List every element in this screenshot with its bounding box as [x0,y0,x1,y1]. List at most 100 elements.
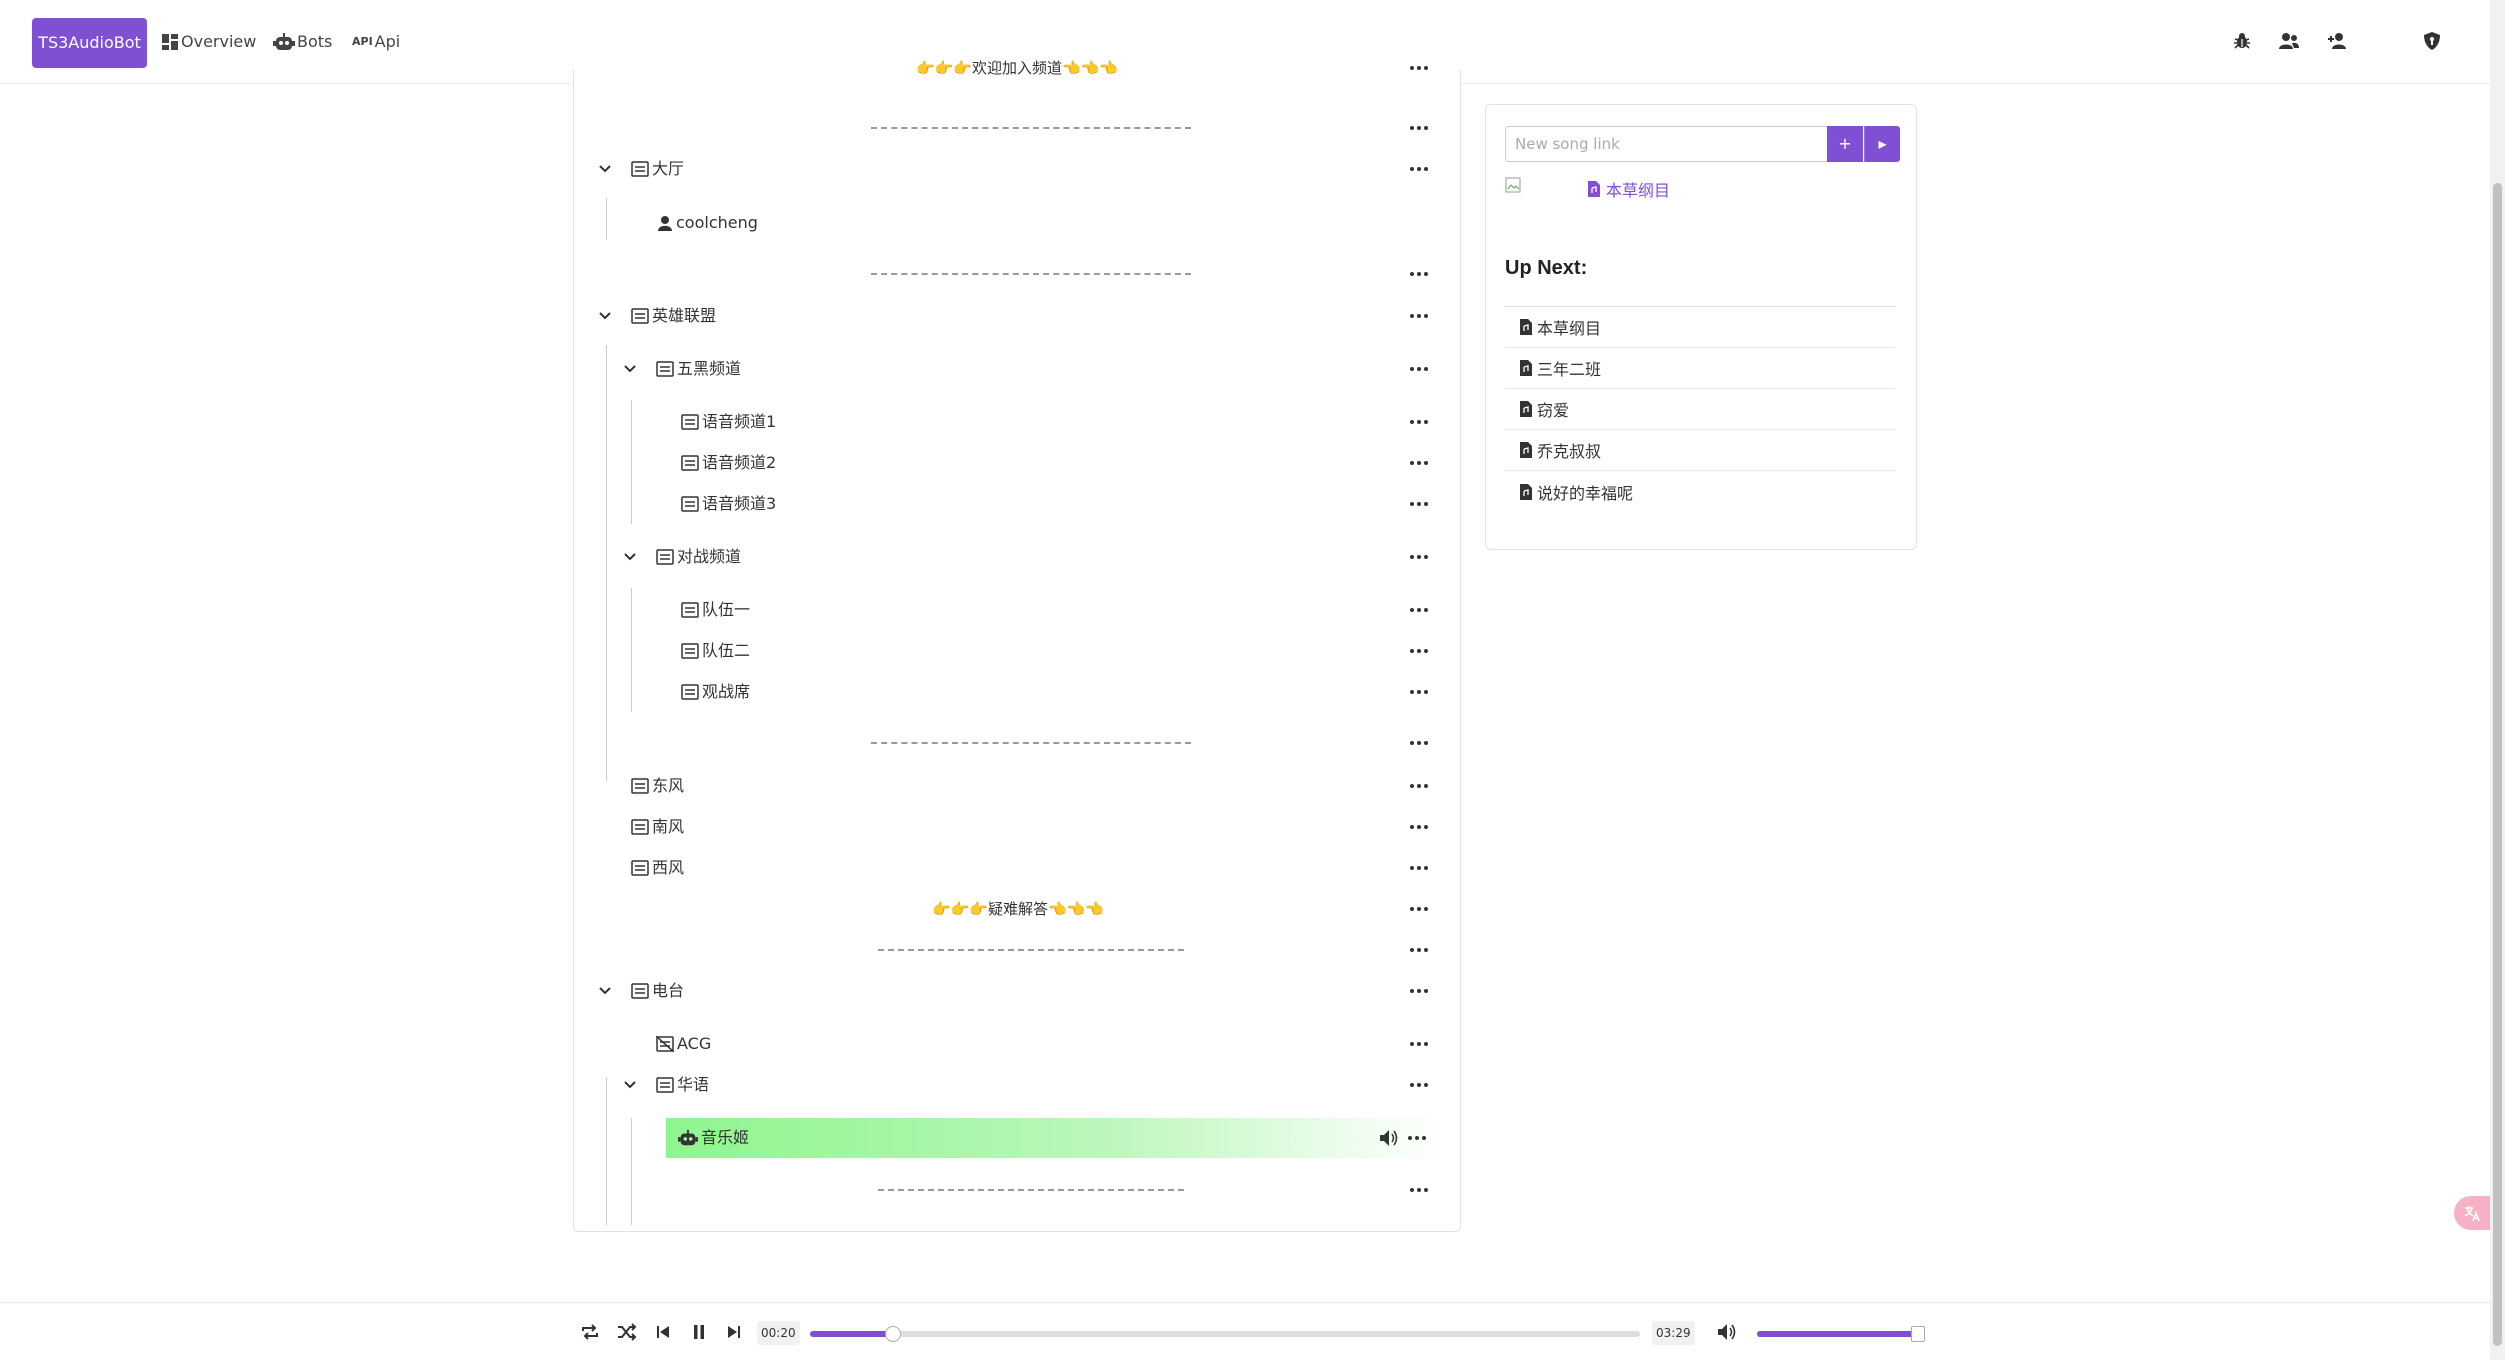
queue-item[interactable]: 本草纲目 [1505,307,1895,348]
volume-handle[interactable] [1911,1326,1925,1342]
more-icon[interactable] [1410,1042,1428,1046]
channel-icon [631,860,649,876]
user-add-icon[interactable] [2325,28,2351,54]
file-audio-icon [1519,441,1533,459]
tree-row-spacer[interactable] [574,256,1462,292]
tree-row-channel[interactable]: 南风 [574,809,1462,845]
channel-label: 东风 [652,776,685,795]
channel-label: 对战频道 [677,547,742,566]
more-icon[interactable] [1410,649,1428,653]
channel-icon [681,643,699,659]
nav-api[interactable]: API Api [352,26,400,58]
more-icon[interactable] [1410,741,1428,745]
repeat-icon[interactable] [579,1321,601,1343]
tree-row-channel[interactable]: 观战席 [574,674,1462,710]
more-icon[interactable] [1410,948,1428,952]
bot-label: 音乐姬 [701,1128,750,1147]
tree-row-channel[interactable]: 电台 [574,973,1462,1009]
channel-icon [656,549,674,565]
more-icon[interactable] [1410,866,1428,870]
tree-row-channel[interactable]: 大厅 [574,151,1462,187]
more-icon[interactable] [1410,1083,1428,1087]
more-icon[interactable] [1410,66,1428,70]
tree-row-channel[interactable]: 语音频道2 [574,445,1462,481]
tree-row-channel[interactable]: 语音频道1 [574,404,1462,440]
more-icon[interactable] [1410,1188,1428,1192]
more-icon[interactable] [1410,502,1428,506]
spacer-label: 👉👉👉欢迎加入频道👈👈👈 [916,59,1119,77]
next-icon[interactable] [723,1321,745,1343]
more-icon[interactable] [1410,555,1428,559]
volume-slider[interactable] [1757,1326,1925,1342]
chevron-down-icon[interactable] [597,308,613,324]
tree-row-channel[interactable]: 对战频道 [574,539,1462,575]
more-icon[interactable] [1410,825,1428,829]
player-bar: 00:20 03:29 [0,1302,2490,1360]
more-icon[interactable] [1410,461,1428,465]
more-icon[interactable] [1410,126,1428,130]
channel-label: 电台 [652,981,685,1000]
song-link-input[interactable] [1505,126,1827,162]
more-icon[interactable] [1410,420,1428,424]
channel-icon [631,819,649,835]
tree-row-channel[interactable]: 西风 [574,850,1462,886]
tree-row-channel[interactable]: ACG [574,1026,1462,1062]
tree-row-channel[interactable]: 五黑频道 [574,351,1462,387]
previous-icon[interactable] [652,1321,674,1343]
chevron-down-icon[interactable] [622,1077,638,1093]
chevron-down-icon[interactable] [622,549,638,565]
tree-row-channel[interactable]: 东风 [574,768,1462,804]
more-icon[interactable] [1410,608,1428,612]
bug-icon[interactable] [2229,28,2255,54]
tree-row-spacer[interactable] [574,1172,1462,1208]
seek-slider[interactable] [810,1326,1640,1342]
tree-row-spacer[interactable]: 👉👉👉欢迎加入频道👈👈👈 [574,50,1462,86]
tree-row-spacer[interactable] [574,725,1462,761]
queue-item[interactable]: 窃爱 [1505,389,1895,430]
brand-button[interactable]: TS3AudioBot [32,18,147,68]
chevron-down-icon[interactable] [597,161,613,177]
more-icon[interactable] [1410,314,1428,318]
tree-row-client[interactable]: coolcheng [574,205,1462,241]
more-icon[interactable] [1410,272,1428,276]
client-label: coolcheng [676,213,758,232]
translate-float-button[interactable] [2454,1196,2490,1230]
more-icon[interactable] [1410,167,1428,171]
channel-label: 语音频道1 [702,412,777,431]
tree-row-channel[interactable]: 语音频道3 [574,486,1462,522]
pause-icon[interactable] [688,1321,710,1343]
volume-icon[interactable] [1716,1321,1738,1343]
tree-row-channel[interactable]: 队伍二 [574,633,1462,669]
queue-item[interactable]: 三年二班 [1505,348,1895,389]
tree-row-channel[interactable]: 队伍一 [574,592,1462,628]
more-icon[interactable] [1410,367,1428,371]
users-icon[interactable] [2276,28,2302,54]
page-scrollbar[interactable] [2490,0,2505,1360]
add-song-button[interactable]: + [1827,126,1863,162]
tree-row-spacer[interactable] [574,110,1462,146]
scrollbar-thumb[interactable] [2493,183,2502,1346]
tree-row-channel[interactable]: 英雄联盟 [574,298,1462,334]
nav-overview[interactable]: Overview [161,26,256,58]
now-playing-link[interactable]: 本草纲目 [1587,177,1670,201]
tree-row-spacer[interactable] [574,932,1462,968]
tree-row-channel[interactable]: 华语 [574,1067,1462,1103]
seek-handle[interactable] [885,1326,901,1342]
tree-row-spacer[interactable]: 👉👉👉疑难解答👈👈👈 [574,891,1462,927]
queue-item[interactable]: 乔克叔叔 [1505,430,1895,471]
shield-icon[interactable] [2419,28,2445,54]
queue-item[interactable]: 说好的幸福呢 [1505,471,1895,512]
more-icon[interactable] [1408,1136,1426,1140]
chevron-down-icon[interactable] [622,361,638,377]
chevron-down-icon[interactable] [597,983,613,999]
more-icon[interactable] [1410,784,1428,788]
play-song-button[interactable]: ▸ [1864,126,1900,162]
channel-locked-icon [656,1036,674,1052]
nav-bots[interactable]: Bots [273,26,332,58]
more-icon[interactable] [1410,690,1428,694]
tree-row-current-bot[interactable]: 音乐姬 [666,1118,1442,1158]
nav-overview-label: Overview [181,32,257,51]
more-icon[interactable] [1410,907,1428,911]
more-icon[interactable] [1410,989,1428,993]
shuffle-icon[interactable] [616,1321,638,1343]
